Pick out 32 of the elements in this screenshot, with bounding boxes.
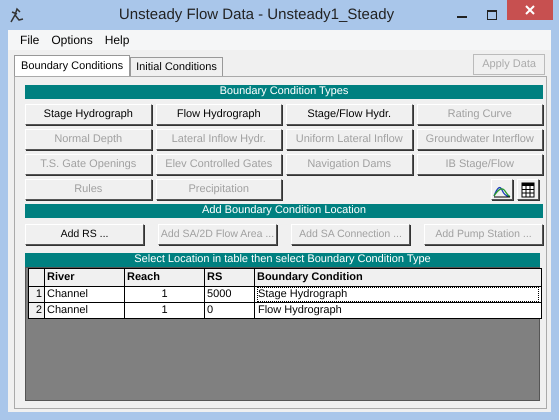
close-icon	[525, 5, 535, 15]
window-title: Unsteady Flow Data - Unsteady1_Steady	[118, 4, 396, 25]
close-button[interactable]	[507, 0, 553, 20]
menu-item[interactable]: File	[14, 31, 46, 49]
boundary-type-button[interactable]: Flow Hydrograph	[156, 104, 282, 125]
app-icon	[8, 6, 26, 24]
row-number: 2	[28, 302, 44, 318]
menu-item[interactable]: Options	[45, 31, 99, 49]
column-header: River	[44, 268, 124, 286]
plot-button[interactable]	[491, 179, 513, 200]
table-cell[interactable]: 0	[204, 302, 254, 318]
tab[interactable]: Initial Conditions	[130, 56, 223, 76]
table-cell[interactable]: 5000	[204, 286, 254, 302]
section-header: Add Boundary Condition Location	[25, 204, 543, 218]
table-cell[interactable]: 1	[124, 286, 204, 302]
boundary-type-button[interactable]: Stage Hydrograph	[25, 104, 152, 125]
table-cell[interactable]: Channel	[44, 302, 124, 318]
section-header: Boundary Condition Types	[25, 85, 543, 99]
table-cell[interactable]: 1	[124, 302, 204, 318]
column-header: Reach	[124, 268, 204, 286]
row-number: 1	[28, 286, 44, 302]
table-button[interactable]	[517, 179, 539, 200]
menu-item[interactable]: Help	[98, 31, 136, 49]
add-location-button[interactable]: Add RS ...	[25, 224, 144, 245]
column-header: RS	[204, 268, 254, 286]
column-header: Boundary Condition	[254, 268, 542, 286]
table-cell[interactable]: Stage Hydrograph	[257, 287, 539, 302]
table-cell[interactable]: Channel	[44, 286, 124, 302]
section-header: Select Location in table then select Boundary Condition Type	[25, 253, 540, 267]
tab[interactable]: Boundary Conditions	[14, 54, 130, 76]
maximize-icon	[487, 10, 497, 20]
boundary-type-button[interactable]: Stage/Flow Hydr.	[286, 104, 412, 125]
